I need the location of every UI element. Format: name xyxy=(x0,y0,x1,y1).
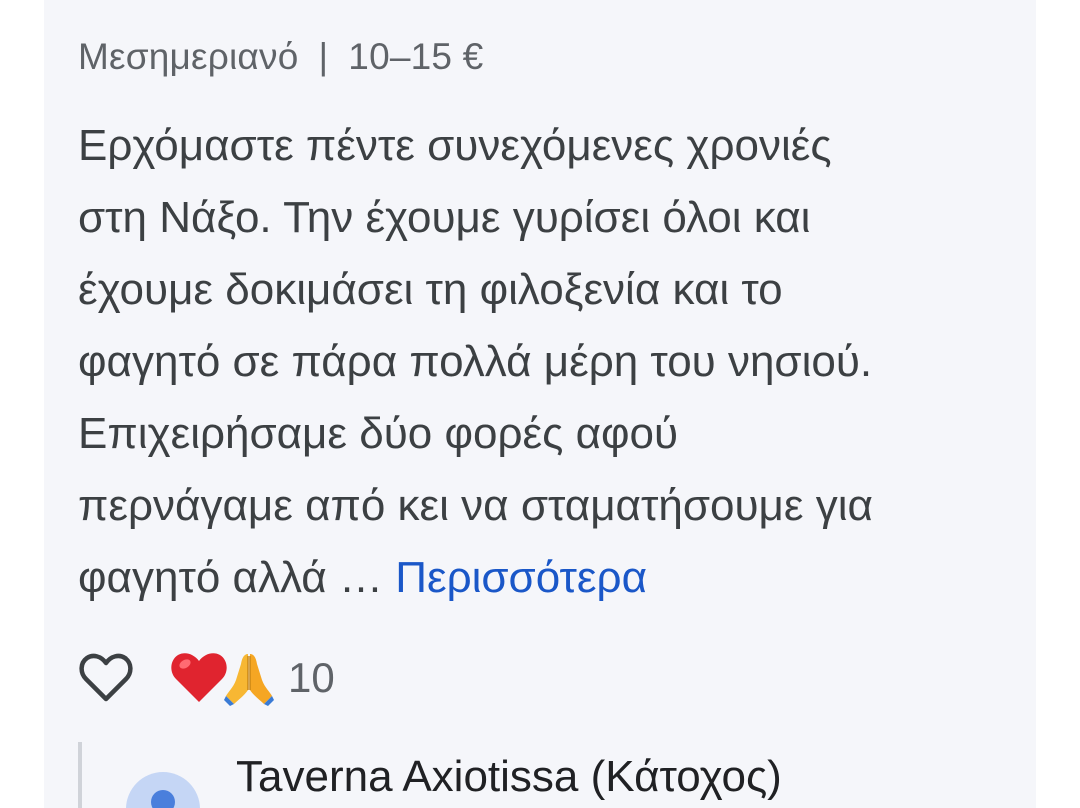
review-line: Επιχειρήσαμε δύο φορές αφού xyxy=(78,409,679,458)
more-link[interactable]: Περισσότερα xyxy=(395,553,647,602)
meta-separator: | xyxy=(318,36,329,77)
meal-type: Μεσημεριανό xyxy=(78,36,299,77)
review-card: Μεσημεριανό | 10–15 € Ερχόμαστε πέντε συνε… xyxy=(44,0,1036,808)
reply-indent-bar xyxy=(78,742,82,808)
folded-hands-emoji-icon xyxy=(224,654,274,706)
reactions-row: 10 xyxy=(78,646,335,710)
review-meta: Μεσημεριανό | 10–15 € xyxy=(78,36,483,78)
review-line: περνάγαμε από κει να σταματήσουμε για xyxy=(78,481,873,530)
review-line: Ερχόμαστε πέντε συνεχόμενες χρονιές xyxy=(78,121,832,170)
review-text: Ερχόμαστε πέντε συνεχόμενες χρονιές στη … xyxy=(78,110,1008,614)
review-line: έχουμε δοκιμάσει τη φιλοξενία και το xyxy=(78,265,783,314)
heart-outline-icon xyxy=(79,653,133,702)
review-line: φαγητό σε πάρα πολλά μέρη του νησιού. xyxy=(78,337,873,386)
reaction-emojis[interactable] xyxy=(170,650,274,706)
reaction-count: 10 xyxy=(288,654,335,701)
owner-reply: Taverna Axiotissa (Κάτοχος) xyxy=(78,742,1028,808)
review-last-line: φαγητό αλλά … Περισσότερα xyxy=(78,542,1008,614)
review-line: στη Νάξο. Την έχουμε γυρίσει όλοι και xyxy=(78,193,811,242)
price-range: 10–15 € xyxy=(348,36,484,77)
owner-name[interactable]: Taverna Axiotissa (Κάτοχος) xyxy=(236,752,782,802)
review-line: φαγητό αλλά … xyxy=(78,553,383,602)
red-heart-emoji-icon xyxy=(171,653,227,702)
owner-avatar[interactable] xyxy=(126,772,200,808)
person-icon xyxy=(151,790,175,808)
like-button[interactable] xyxy=(78,650,134,706)
